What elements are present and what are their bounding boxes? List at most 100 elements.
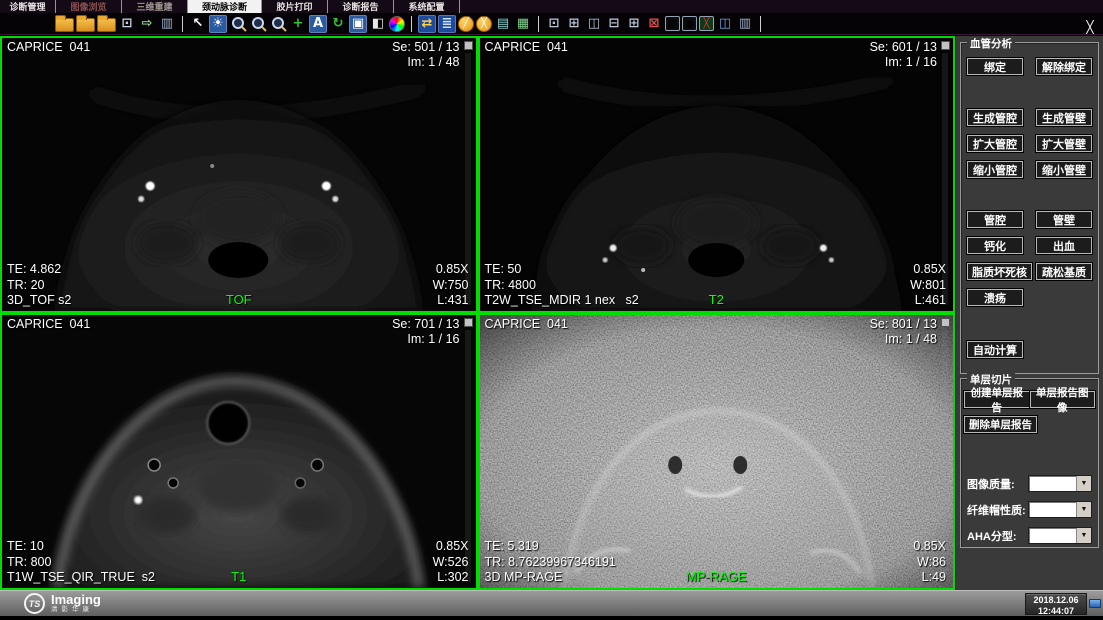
open-study-folder-icon[interactable] [55, 18, 74, 32]
viewport-mprage[interactable]: CAPRICE 041 Se: 801 / 13Im: 1 / 48 TE: 5… [478, 313, 956, 590]
close-series-icon[interactable]: ⊠ [645, 15, 663, 33]
zoom-reset-icon[interactable] [269, 15, 287, 33]
unbind-button[interactable]: 解除绑定 [1036, 58, 1092, 75]
brand-name: Imaging [51, 593, 101, 606]
fibrous-cap-label: 纤维帽性质: [967, 502, 1026, 518]
menu-tab-film-print[interactable]: 胶片打印 [262, 0, 328, 13]
loose-matrix-button[interactable]: 疏松基质 [1036, 263, 1092, 280]
open-folder-icon[interactable] [97, 18, 116, 32]
image-quality-select[interactable]: ▼ [1028, 475, 1092, 492]
viewport-t2[interactable]: CAPRICE 041 Se: 601 / 13Im: 1 / 16 TE: 5… [478, 36, 956, 313]
sequence-label: TOF [2, 292, 476, 308]
generate-wall-button[interactable]: 生成管壁 [1036, 109, 1092, 126]
shrink-lumen-button[interactable]: 缩小管腔 [967, 161, 1023, 178]
menu-tab-carotid-diagnosis[interactable]: 颈动脉诊断 [188, 0, 262, 13]
invert-contrast-icon[interactable]: ◧ [369, 15, 387, 33]
viewport-tof[interactable]: CAPRICE 041 Se: 501 / 13Im: 1 / 48 TE: 4… [0, 36, 478, 313]
dropdown-arrow-icon[interactable]: ▼ [1076, 476, 1091, 491]
vertical-split-layout-icon[interactable]: ◫ [585, 15, 603, 33]
horizontal-split-layout-icon[interactable]: ⊟ [605, 15, 623, 33]
zoom-in-icon[interactable] [229, 15, 247, 33]
generate-lumen-button[interactable]: 生成管腔 [967, 109, 1023, 126]
auto-calculate-button[interactable]: 自动计算 [967, 341, 1023, 358]
viewport-scrollbar-thumb[interactable] [941, 318, 950, 327]
ulcer-button[interactable]: 溃疡 [967, 289, 1023, 306]
patient-name: CAPRICE 041 [485, 317, 568, 332]
quad-layout-icon[interactable]: ⊞ [625, 15, 643, 33]
expand-lumen-button[interactable]: 扩大管腔 [967, 135, 1023, 152]
toolbar: ⊡⇨▥↖☀+A↻▣◧⇄≣╱╳▤▦⊡⊞◫⊟⊞⊠■●╳◫▥ [0, 13, 1103, 35]
viewport-scrollbar-thumb[interactable] [941, 41, 950, 50]
series-link-icon[interactable]: ⇄ [418, 15, 436, 33]
black-square-view-icon[interactable]: ■ [665, 16, 680, 31]
menu-tab-image-browse[interactable]: 图像浏览 [56, 0, 122, 13]
wall-button[interactable]: 管壁 [1036, 211, 1092, 228]
compare-columns-icon[interactable]: ◫ [716, 15, 734, 33]
slice-report-image-button[interactable]: 单层报告图像 [1030, 391, 1096, 408]
report-document-icon[interactable]: ▤ [494, 15, 512, 33]
archive-box-icon[interactable]: ▥ [158, 15, 176, 33]
open-folder-new-icon[interactable] [76, 18, 95, 32]
save-image-icon[interactable]: ▦ [514, 15, 532, 33]
group-title: 血管分析 [967, 36, 1015, 51]
patient-name: CAPRICE 041 [7, 40, 90, 55]
delete-slice-report-button[interactable]: 删除单层报告 [964, 416, 1037, 433]
close-button[interactable]: ╳ [1082, 20, 1098, 34]
calcification-button[interactable]: 钙化 [967, 237, 1023, 254]
viewport-scrollbar-thumb[interactable] [464, 318, 473, 327]
clear-view-icon[interactable]: ╳ [699, 16, 714, 31]
create-slice-report-button[interactable]: 创建单层报告 [964, 391, 1030, 408]
viewport-scrollbar-track[interactable] [465, 330, 471, 582]
viewport-t1[interactable]: CAPRICE 041 Se: 701 / 13Im: 1 / 16 TE: 1… [0, 313, 478, 590]
shrink-wall-button[interactable]: 缩小管壁 [1036, 161, 1092, 178]
menu-tab-3d-reconstruction[interactable]: 三维重建 [122, 0, 188, 13]
lipid-necrotic-core-button[interactable]: 脂质坏死核 [967, 263, 1032, 280]
menu-tab-diagnosis-report[interactable]: 诊断报告 [328, 0, 394, 13]
viewport-scrollbar-track[interactable] [942, 330, 948, 582]
menu-tab-system-config[interactable]: 系统配置 [394, 0, 460, 13]
pointer-cursor-icon[interactable]: ↖ [189, 15, 207, 33]
brand-subtitle: 清影华康 [51, 606, 101, 614]
aha-type-select[interactable]: ▼ [1028, 527, 1092, 544]
workstation-icon [1089, 599, 1101, 608]
fibrous-cap-select[interactable]: ▼ [1028, 501, 1092, 518]
patient-name: CAPRICE 041 [7, 317, 90, 332]
window-level-icon[interactable]: ☀ [209, 15, 227, 33]
cascade-windows-icon[interactable]: ▥ [736, 15, 754, 33]
lumen-button[interactable]: 管腔 [967, 211, 1023, 228]
export-study-icon[interactable]: ⇨ [138, 15, 156, 33]
toolbar-separator [538, 16, 539, 32]
bind-button[interactable]: 绑定 [967, 58, 1023, 75]
local-monitor-icon[interactable]: ⊡ [118, 15, 136, 33]
toolbar-separator [411, 16, 412, 32]
viewport-scrollbar-track[interactable] [465, 53, 471, 305]
hemorrhage-button[interactable]: 出血 [1036, 237, 1092, 254]
text-annotation-icon[interactable]: A [309, 15, 327, 33]
series-info: Se: 501 / 13Im: 1 / 48 [392, 40, 459, 71]
black-circle-view-icon[interactable]: ● [682, 16, 697, 31]
fit-screen-icon[interactable]: ▣ [349, 15, 367, 33]
viewport-scrollbar-track[interactable] [942, 53, 948, 305]
dropdown-arrow-icon[interactable]: ▼ [1076, 528, 1091, 543]
dropdown-arrow-icon[interactable]: ▼ [1076, 502, 1091, 517]
single-layout-icon[interactable]: ⊡ [545, 15, 563, 33]
single-slice-group: 单层切片 创建单层报告 单层报告图像 删除单层报告 图像质量: ▼ 纤维帽性质:… [960, 378, 1099, 548]
vessel-analysis-panel: 血管分析 绑定 解除绑定 生成管腔 生成管壁 扩大管腔 扩大管壁 缩小管腔 缩小… [955, 36, 1103, 590]
color-palette-icon[interactable] [389, 16, 405, 32]
zoom-region-icon[interactable] [249, 15, 267, 33]
layout-manager-icon[interactable]: ⊞ [565, 15, 583, 33]
sequence-label: T2 [480, 292, 954, 308]
measure-roi-icon[interactable]: ╳ [476, 16, 492, 32]
viewport-scrollbar-thumb[interactable] [464, 41, 473, 50]
status-date: 2018.12.06 [1026, 595, 1086, 606]
series-stack-icon[interactable]: ≣ [438, 15, 456, 33]
datetime-display: 2018.12.06 12:44:07 [1025, 593, 1087, 615]
menu-tab-diagnosis-management[interactable]: 诊断管理 [0, 0, 56, 13]
group-title: 单层切片 [967, 372, 1015, 387]
edit-roi-icon[interactable]: ╱ [458, 16, 474, 32]
expand-wall-button[interactable]: 扩大管壁 [1036, 135, 1092, 152]
ts-logo-icon: TS [24, 593, 45, 614]
series-info: Se: 601 / 13Im: 1 / 16 [870, 40, 937, 71]
refresh-icon[interactable]: ↻ [329, 15, 347, 33]
pan-icon[interactable]: + [289, 15, 307, 33]
